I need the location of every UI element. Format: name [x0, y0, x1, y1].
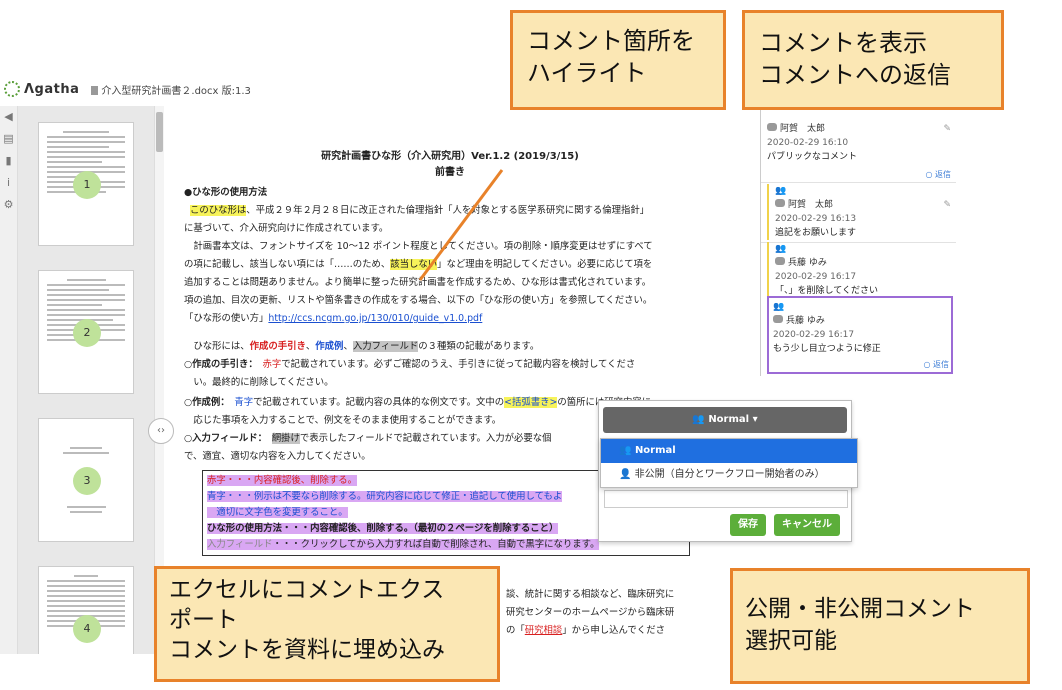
doc-paragraph: 「ひな形の使い方」http://ccs.ncgm.go.jp/130/010/g…: [184, 313, 483, 324]
page-number-badge: 4: [73, 615, 101, 643]
legend-row: 適切に文字色を変更すること。: [207, 507, 348, 518]
comment-author: 阿賀 太郎 ✎: [767, 122, 953, 136]
cancel-button[interactable]: キャンセル: [774, 514, 840, 536]
comment-text: もう少し目立つように修正: [773, 344, 881, 354]
user-icon: [775, 257, 785, 265]
callout-highlight: コメント箇所を ハイライト: [510, 10, 726, 110]
user-icon: [773, 315, 783, 323]
input-field[interactable]: 入力フィールド: [352, 341, 419, 352]
logo-text: Λgatha: [24, 81, 80, 97]
callout-display: コメントを表示 コメントへの返信: [742, 10, 1004, 110]
doc-paragraph: の「研究相談」から申し込んでくださ: [506, 625, 665, 636]
doc-paragraph: ○作成の手引き： 赤字で記載されています。必ずご確認のうえ、手引きに従って記載内…: [184, 359, 636, 370]
legend-row: 青字・・・例示は不要なら削除する。研究内容に応じて修正・追記して使用してもよ: [207, 491, 563, 502]
doc-paragraph: ひな形には、作成の手引き、作成例、入力フィールドの３種類の記載があります。: [184, 341, 540, 352]
back-icon[interactable]: ◀: [2, 110, 15, 123]
edit-icon[interactable]: ✎: [943, 198, 951, 212]
user-icon: [775, 199, 785, 207]
page-thumbnail[interactable]: 4: [38, 566, 134, 654]
comment-author: 兵藤 ゆみ: [773, 314, 947, 328]
comment-card[interactable]: 阿賀 太郎 ✎ 2020-02-29 16:10 パブリックなコメント ○ 返信: [767, 122, 953, 179]
comment-text: パブリックなコメント: [767, 152, 858, 162]
reply-button[interactable]: ○ 返信: [923, 358, 949, 372]
comment-card[interactable]: 👥 兵藤 ゆみ 2020-02-29 16:17 「、」を削除してください: [767, 242, 953, 298]
callout-public: 公開・非公開コメント 選択可能: [730, 568, 1030, 684]
option-private[interactable]: 👤 非公開（自分とワークフロー開始者のみ）: [601, 463, 857, 487]
logo-icon: [4, 81, 20, 97]
comment-date: 2020-02-29 16:17: [775, 272, 857, 282]
comment-date: 2020-02-29 16:10: [767, 138, 849, 148]
group-icon: 👥: [773, 302, 785, 312]
comment-highlight[interactable]: <括弧書き>: [504, 397, 558, 408]
legend-row: 入力フィールド・・・クリックしてから入力すれば自動で削除され、自動で黒字になりま…: [207, 539, 600, 550]
doc-paragraph: このひな形は、平成２９年２月２８日に改正された倫理指針「人を対象とする医学系研究…: [189, 205, 650, 216]
callout-export: エクセルにコメントエクス ポート コメントを資料に埋め込み: [154, 566, 500, 682]
doc-paragraph: 談、統計に関する相談など、臨床研究に: [506, 589, 675, 600]
legend-row: 赤字・・・内容確認後、削除する。: [207, 475, 358, 486]
scrollbar-thumb[interactable]: [156, 112, 163, 152]
doc-paragraph: 項の追加、目次の更新、リストや箇条書きの作成をする場合、以下の「ひな形の使い方」…: [184, 295, 653, 306]
visibility-dropdown-menu: 👥 Normal 👤 非公開（自分とワークフロー開始者のみ）: [600, 438, 858, 488]
comment-panel: 阿賀 太郎 ✎ 2020-02-29 16:10 パブリックなコメント ○ 返信 …: [760, 106, 956, 376]
comment-text: 追記をお願いします: [775, 228, 857, 238]
comment-date: 2020-02-29 16:13: [775, 214, 857, 224]
doc-paragraph: 計画書本文は、フォントサイズを 10〜12 ポイント程度としてください。項の削除…: [184, 241, 653, 252]
doc-paragraph: で、適宜、適切な内容を入力してください。: [184, 451, 371, 462]
doc-paragraph: の項に記載し、該当しない項には「……のため、該当しない」など理由を明記してくださ…: [184, 259, 653, 270]
info-icon[interactable]: i: [2, 176, 15, 189]
comment-date: 2020-02-29 16:17: [773, 330, 855, 340]
edit-icon[interactable]: ✎: [943, 122, 951, 136]
app-header: Λgatha 介入型研究計画書２.docx 版:1.3: [0, 78, 520, 100]
settings-icon[interactable]: ⚙: [2, 198, 15, 211]
page-number-badge: 3: [73, 467, 101, 495]
document-title-text: 介入型研究計画書２.docx 版:1.3: [101, 85, 251, 97]
comment-author: 阿賀 太郎 ✎: [775, 198, 953, 212]
pages-icon[interactable]: ▤: [2, 132, 15, 145]
doc-paragraph: ○作成例： 青字で記載されています。記載内容の具体的な例文です。文中の<括弧書き…: [184, 397, 651, 408]
save-button[interactable]: 保存: [730, 514, 766, 536]
app-logo[interactable]: Λgatha: [4, 81, 79, 97]
thumbnail-panel: 1 2 3 4: [18, 106, 154, 654]
group-icon: 👥: [775, 186, 787, 196]
visibility-dropdown-button[interactable]: 👥 Normal ▾: [603, 407, 847, 433]
doc-paragraph: い。最終的に削除してください。: [184, 377, 334, 388]
bookmark-icon[interactable]: ▮: [2, 154, 15, 167]
comment-highlight[interactable]: このひな形は: [189, 205, 247, 216]
page-number-badge: 2: [73, 319, 101, 347]
doc-paragraph: 追加することは問題ありません。より簡単に整った研究計画書を作成するため、ひな形は…: [184, 277, 652, 288]
user-icon: [767, 123, 777, 131]
page-thumbnail[interactable]: 2: [38, 270, 134, 394]
comment-card-active[interactable]: 👥 兵藤 ゆみ 2020-02-29 16:17 もう少し目立つように修正 ○ …: [767, 296, 953, 374]
file-icon: [91, 85, 99, 95]
comment-highlight[interactable]: 該当しない: [390, 259, 438, 270]
reply-button[interactable]: ○ 返信: [925, 168, 951, 182]
guide-link[interactable]: http://ccs.ncgm.go.jp/130/010/guide_v1.0…: [268, 313, 482, 324]
doc-paragraph: 応じた事項を入力することで、例文をそのまま使用することができます。: [184, 415, 502, 426]
comment-author: 兵藤 ゆみ: [775, 256, 953, 270]
left-toolbar: ◀ ▤ ▮ i ⚙: [0, 106, 18, 654]
option-normal[interactable]: 👥 Normal: [601, 439, 857, 463]
legend-row: ひな形の使用方法・・・内容確認後、削除する。（最初の２ページを削除すること）: [207, 523, 559, 534]
comment-textarea[interactable]: [604, 490, 848, 508]
comment-card[interactable]: 👥 阿賀 太郎 ✎ 2020-02-29 16:13 追記をお願いします: [767, 184, 953, 240]
group-icon: 👥: [775, 244, 787, 254]
page-thumbnail[interactable]: 3: [38, 418, 134, 542]
page-thumbnail[interactable]: 1: [38, 122, 134, 246]
document-title: 介入型研究計画書２.docx 版:1.3: [91, 82, 251, 97]
page-number-badge: 1: [73, 171, 101, 199]
doc-paragraph: ○入力フィールド： 網掛けで表示したフィールドで記載されています。入力が必要な個: [184, 433, 552, 444]
doc-heading: ●ひな形の使用方法: [184, 187, 268, 198]
doc-subtitle: 前書き: [435, 167, 465, 178]
doc-paragraph: に基づいて、介入研究向けに作成されています。: [184, 223, 389, 234]
doc-paragraph: 研究センターのホームページから臨床研: [506, 607, 675, 618]
